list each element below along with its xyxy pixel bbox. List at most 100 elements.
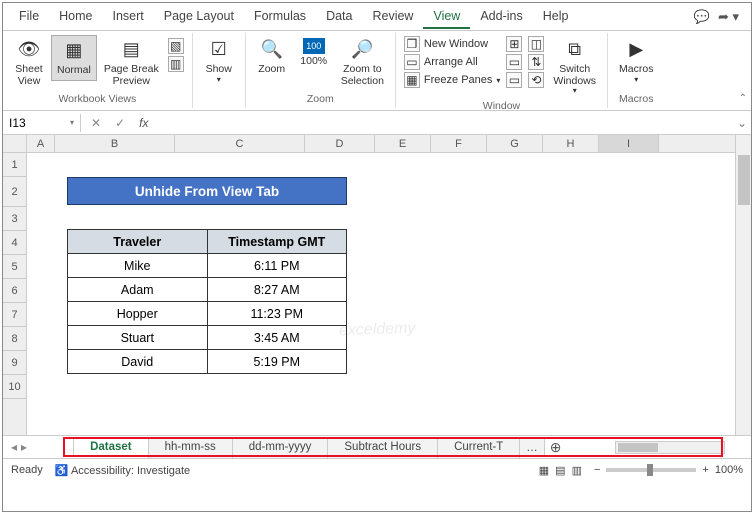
data-table[interactable]: Traveler Timestamp GMT Mike6:11 PMAdam8:…: [67, 229, 347, 374]
name-box[interactable]: I13▾: [3, 114, 81, 132]
menu-tab-review[interactable]: Review: [362, 5, 423, 29]
page-layout-button[interactable]: ▧: [166, 37, 186, 55]
select-all-corner[interactable]: [3, 135, 27, 153]
horizontal-scrollbar[interactable]: [615, 441, 725, 454]
table-row[interactable]: Mike6:11 PM: [68, 254, 347, 278]
ribbon-collapse-icon[interactable]: ⌃: [664, 33, 751, 108]
page-break-view-icon[interactable]: ▥: [572, 464, 582, 477]
sheet-view-button[interactable]: 👁 Sheet View: [9, 35, 49, 90]
zoom-out-icon[interactable]: −: [594, 464, 600, 476]
menu-tab-page-layout[interactable]: Page Layout: [154, 5, 244, 29]
menu-tab-help[interactable]: Help: [533, 5, 579, 29]
menu-tab-data[interactable]: Data: [316, 5, 362, 29]
sheet-tab-hh-mm-ss[interactable]: hh-mm-ss: [148, 437, 233, 458]
scroll-tabs-right-icon[interactable]: ▸: [21, 440, 27, 454]
cell[interactable]: 6:11 PM: [207, 254, 347, 278]
share-icon[interactable]: ➦ ▾: [718, 9, 739, 25]
zoom-slider[interactable]: [606, 468, 696, 472]
macros-button[interactable]: ▶ Macros ▾: [614, 35, 658, 87]
zoom-to-selection-button[interactable]: 🔎 Zoom to Selection: [336, 35, 389, 90]
row-header[interactable]: 4: [3, 231, 26, 255]
row-header[interactable]: 1: [3, 153, 26, 177]
row-header[interactable]: 3: [3, 207, 26, 231]
column-header[interactable]: F: [431, 135, 487, 152]
unhide-button[interactable]: ▭: [504, 71, 524, 89]
cell[interactable]: 11:23 PM: [207, 302, 347, 326]
split-button[interactable]: ⊞: [504, 35, 524, 53]
row-header[interactable]: 10: [3, 375, 26, 399]
more-tabs-icon[interactable]: …: [519, 438, 545, 457]
row-header[interactable]: 7: [3, 303, 26, 327]
show-button[interactable]: ☑ Show ▾: [199, 35, 239, 87]
page-layout-view-icon[interactable]: ▤: [555, 464, 565, 477]
menu-tab-insert[interactable]: Insert: [103, 5, 154, 29]
zoom-level[interactable]: 100%: [715, 464, 743, 476]
column-header[interactable]: D: [305, 135, 375, 152]
sheet-tab-dd-mm-yyyy[interactable]: dd-mm-yyyy: [232, 437, 329, 458]
zoom-100-button[interactable]: 100 100%: [294, 35, 334, 71]
table-row[interactable]: Hopper11:23 PM: [68, 302, 347, 326]
vertical-scrollbar[interactable]: [735, 135, 751, 435]
enter-formula-icon[interactable]: ✓: [115, 116, 125, 130]
sheet-tab-subtract-hours[interactable]: Subtract Hours: [327, 437, 438, 458]
custom-views-button[interactable]: ▥: [166, 55, 186, 73]
cell[interactable]: 3:45 AM: [207, 326, 347, 350]
table-row[interactable]: Stuart3:45 AM: [68, 326, 347, 350]
table-row[interactable]: David5:19 PM: [68, 350, 347, 374]
row-header[interactable]: 9: [3, 351, 26, 375]
cell[interactable]: David: [68, 350, 208, 374]
zoom-button[interactable]: 🔍 Zoom: [252, 35, 292, 79]
table-row[interactable]: Adam8:27 AM: [68, 278, 347, 302]
cell[interactable]: Mike: [68, 254, 208, 278]
accessibility-checker[interactable]: ♿ Accessibility: Investigate: [55, 464, 190, 477]
row-header[interactable]: 5: [3, 255, 26, 279]
column-header[interactable]: H: [543, 135, 599, 152]
page-break-preview-button[interactable]: ▤ Page Break Preview: [99, 35, 164, 90]
normal-view-button[interactable]: ▦ Normal: [51, 35, 97, 81]
freeze-panes-button[interactable]: ▦Freeze Panes ▾: [402, 71, 503, 89]
merged-title-cell[interactable]: Unhide From View Tab: [67, 177, 347, 205]
scroll-tabs-left-icon[interactable]: ◂: [11, 440, 17, 454]
view-side-by-side-button[interactable]: ◫: [526, 35, 546, 53]
grid-icon: ▦: [62, 39, 86, 63]
zoom-in-icon[interactable]: +: [702, 464, 708, 476]
reset-window-button[interactable]: ⟲: [526, 71, 546, 89]
arrange-all-button[interactable]: ▭Arrange All: [402, 53, 503, 71]
header-traveler[interactable]: Traveler: [68, 230, 208, 254]
column-header[interactable]: B: [55, 135, 175, 152]
column-header[interactable]: A: [27, 135, 55, 152]
comments-icon[interactable]: 💬: [694, 9, 710, 25]
sheet-tab-dataset[interactable]: Dataset: [73, 437, 149, 458]
macros-icon: ▶: [624, 38, 648, 62]
cell[interactable]: 8:27 AM: [207, 278, 347, 302]
cancel-formula-icon[interactable]: ✕: [91, 116, 101, 130]
cell[interactable]: Hopper: [68, 302, 208, 326]
hide-button[interactable]: ▭: [504, 53, 524, 71]
new-window-button[interactable]: ❐New Window: [402, 35, 503, 53]
sheet-tab-current-t[interactable]: Current-T: [437, 437, 520, 458]
cell[interactable]: Adam: [68, 278, 208, 302]
new-sheet-button[interactable]: ⊕: [544, 437, 568, 458]
column-header[interactable]: C: [175, 135, 305, 152]
expand-formula-bar-icon[interactable]: ⌄: [733, 116, 751, 130]
menu-tab-home[interactable]: Home: [49, 5, 102, 29]
sync-scroll-button[interactable]: ⇅: [526, 53, 546, 71]
cell[interactable]: Stuart: [68, 326, 208, 350]
menu-tab-add-ins[interactable]: Add-ins: [470, 5, 532, 29]
menu-tab-file[interactable]: File: [9, 5, 49, 29]
row-header[interactable]: 2: [3, 177, 26, 207]
formula-input[interactable]: [158, 121, 733, 125]
column-header[interactable]: E: [375, 135, 431, 152]
switch-windows-button[interactable]: ⧉ Switch Windows ▾: [548, 35, 601, 99]
fx-icon[interactable]: fx: [139, 116, 148, 130]
normal-view-icon[interactable]: ▦: [539, 464, 549, 477]
header-timestamp[interactable]: Timestamp GMT: [207, 230, 347, 254]
worksheet-grid[interactable]: ABCDEFGHI 12345678910 Unhide From View T…: [3, 135, 751, 435]
cell[interactable]: 5:19 PM: [207, 350, 347, 374]
menu-tab-view[interactable]: View: [423, 5, 470, 29]
column-header[interactable]: I: [599, 135, 659, 152]
column-header[interactable]: G: [487, 135, 543, 152]
menu-tab-formulas[interactable]: Formulas: [244, 5, 316, 29]
row-header[interactable]: 8: [3, 327, 26, 351]
row-header[interactable]: 6: [3, 279, 26, 303]
